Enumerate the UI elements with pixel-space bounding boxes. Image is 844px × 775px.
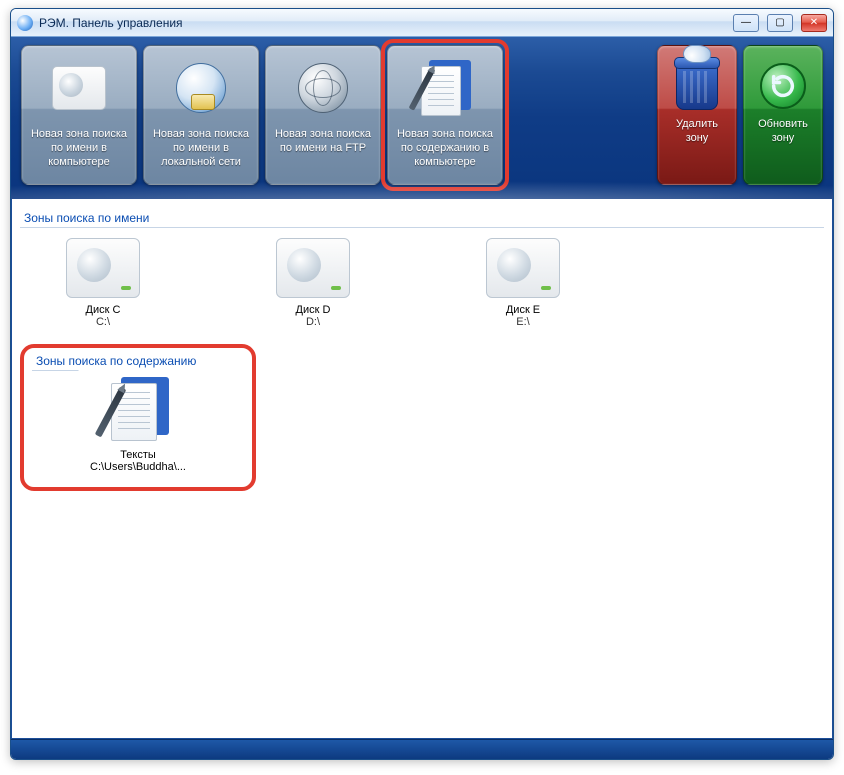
zone-name: Диск C — [38, 304, 168, 316]
zone-item[interactable]: Диск C C:\ — [38, 238, 168, 328]
document-pen-icon — [415, 60, 475, 116]
new-zone-content-computer-button[interactable]: Новая зона поиска по содержанию в компью… — [387, 45, 503, 185]
section-title-by-name: Зоны поиска по имени — [20, 205, 824, 227]
zone-path: D:\ — [248, 316, 378, 328]
zone-path: C:\Users\Buddha\... — [90, 461, 186, 473]
zone-path: C:\ — [38, 316, 168, 328]
network-icon — [176, 63, 226, 113]
hdd-icon — [52, 66, 106, 110]
document-pen-icon — [99, 377, 177, 443]
new-zone-name-computer-button[interactable]: Новая зона поиска по имени в компьютере — [21, 45, 137, 185]
maximize-button[interactable]: ▢ — [767, 14, 793, 32]
titlebar: РЭМ. Панель управления — ▢ ✕ — [11, 9, 833, 37]
status-bar — [11, 739, 833, 759]
close-button[interactable]: ✕ — [801, 14, 827, 32]
zone-name: Диск D — [248, 304, 378, 316]
new-zone-name-ftp-button[interactable]: Новая зона поиска по имени на FTP — [265, 45, 381, 185]
zone-item[interactable]: Диск D D:\ — [248, 238, 378, 328]
trash-icon — [676, 62, 718, 110]
toolbar: Новая зона поиска по имени в компьютере … — [11, 37, 833, 199]
zones-by-name-list: Диск C C:\ Диск D D:\ Диск E E:\ — [20, 234, 824, 340]
section-title-by-content: Зоны поиска по содержанию — [32, 354, 244, 370]
divider — [32, 370, 244, 371]
delete-zone-button[interactable]: Удалить зону — [657, 45, 737, 185]
zone-path: E:\ — [458, 316, 588, 328]
globe-icon — [298, 63, 348, 113]
zones-by-content-group: Зоны поиска по содержанию Тексты C:\User… — [20, 344, 256, 491]
refresh-zone-button[interactable]: Обновить зону — [743, 45, 823, 185]
app-window: РЭМ. Панель управления — ▢ ✕ Новая зона … — [10, 8, 834, 760]
zone-name: Тексты — [120, 449, 156, 461]
zone-name: Диск E — [458, 304, 588, 316]
divider — [20, 227, 824, 228]
refresh-icon — [760, 63, 806, 109]
hdd-icon — [66, 238, 140, 298]
minimize-button[interactable]: — — [733, 14, 759, 32]
zone-item[interactable]: Диск E E:\ — [458, 238, 588, 328]
window-title: РЭМ. Панель управления — [39, 16, 725, 30]
zone-item[interactable]: Тексты C:\Users\Buddha\... — [73, 377, 203, 473]
hdd-icon — [276, 238, 350, 298]
new-zone-name-lan-button[interactable]: Новая зона поиска по имени в локальной с… — [143, 45, 259, 185]
content-area: Зоны поиска по имени Диск C C:\ Диск D D… — [11, 199, 833, 739]
app-icon — [17, 15, 33, 31]
hdd-icon — [486, 238, 560, 298]
